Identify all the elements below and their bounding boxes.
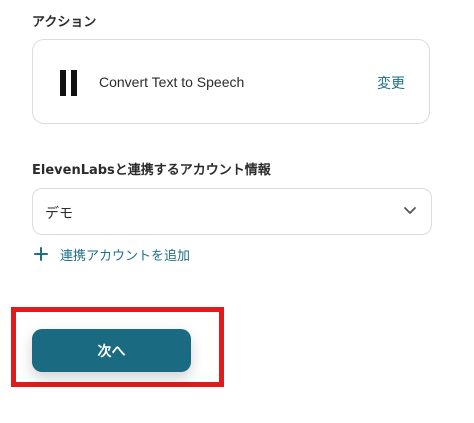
action-card: Convert Text to Speech 変更 <box>32 39 430 124</box>
plus-icon <box>34 247 48 261</box>
next-button[interactable]: 次へ <box>32 329 191 372</box>
action-section-label: アクション <box>32 15 97 30</box>
change-action-link[interactable]: 変更 <box>377 73 405 93</box>
account-select-value: デモ <box>45 206 73 222</box>
add-account-label: 連携アカウントを追加 <box>60 248 191 264</box>
account-select[interactable]: デモ <box>32 188 432 235</box>
elevenlabs-logo-icon <box>59 70 79 96</box>
chevron-down-icon <box>404 207 416 214</box>
add-account-link[interactable]: 連携アカウントを追加 <box>34 244 190 264</box>
account-section-label: ElevenLabsと連携するアカウント情報 <box>32 163 271 178</box>
action-title: Convert Text to Speech <box>99 74 245 90</box>
